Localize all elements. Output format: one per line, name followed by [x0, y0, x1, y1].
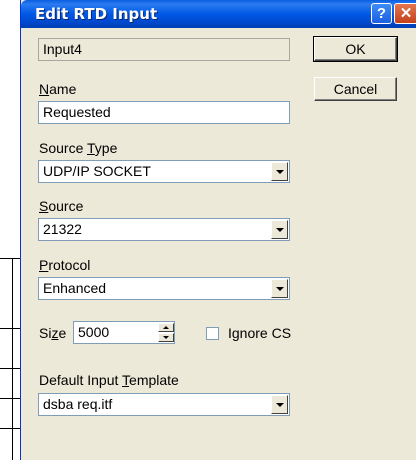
- close-icon: ✕: [399, 5, 413, 22]
- help-icon: ?: [376, 5, 387, 22]
- chevron-down-icon[interactable]: [271, 395, 288, 414]
- background-row-divider: [0, 428, 20, 429]
- size-spinner[interactable]: [158, 323, 174, 342]
- source-type-value: UDP/IP SOCKET: [43, 163, 151, 179]
- ignore-cs-label[interactable]: Ignore CS: [228, 325, 291, 341]
- spin-up-icon[interactable]: [158, 323, 174, 332]
- chevron-down-icon[interactable]: [271, 279, 288, 298]
- source-select[interactable]: 21322: [38, 218, 290, 241]
- background-app: [0, 0, 20, 460]
- help-button[interactable]: ?: [371, 3, 392, 24]
- background-row-divider: [0, 258, 20, 259]
- protocol-label: Protocol: [39, 257, 91, 273]
- background-row-divider: [0, 398, 20, 399]
- chevron-down-icon[interactable]: [271, 220, 288, 239]
- ignore-cs-checkbox[interactable]: [206, 327, 219, 340]
- ok-button[interactable]: OK: [313, 36, 398, 62]
- source-value: 21322: [43, 221, 82, 237]
- template-value: dsba req.itf: [43, 396, 113, 412]
- template-label: Default Input Template: [39, 372, 179, 388]
- protocol-select[interactable]: Enhanced: [38, 277, 290, 300]
- source-label: Source: [39, 198, 84, 214]
- edit-rtd-input-dialog: Edit RTD Input ? ✕ Input4 OK Cancel Name…: [20, 0, 416, 460]
- source-type-label: Source Type: [39, 140, 118, 156]
- protocol-value: Enhanced: [43, 280, 107, 296]
- background-column-divider: [12, 258, 13, 460]
- close-button[interactable]: ✕: [394, 3, 416, 24]
- size-value: 5000: [78, 324, 110, 340]
- input-id-field: Input4: [38, 38, 290, 61]
- chevron-down-icon[interactable]: [271, 162, 288, 181]
- background-row-divider: [0, 368, 20, 369]
- cancel-button[interactable]: Cancel: [314, 77, 397, 101]
- size-stepper[interactable]: 5000: [73, 321, 175, 344]
- name-label: Name: [39, 81, 77, 97]
- spin-down-icon[interactable]: [158, 333, 174, 342]
- dialog-title: Edit RTD Input: [35, 5, 158, 23]
- background-row-divider: [0, 328, 20, 329]
- template-select[interactable]: dsba req.itf: [38, 393, 290, 416]
- title-bar[interactable]: Edit RTD Input ? ✕: [21, 0, 416, 28]
- name-input[interactable]: Requested: [38, 101, 290, 124]
- source-type-select[interactable]: UDP/IP SOCKET: [38, 160, 290, 183]
- size-label: Size: [39, 325, 67, 341]
